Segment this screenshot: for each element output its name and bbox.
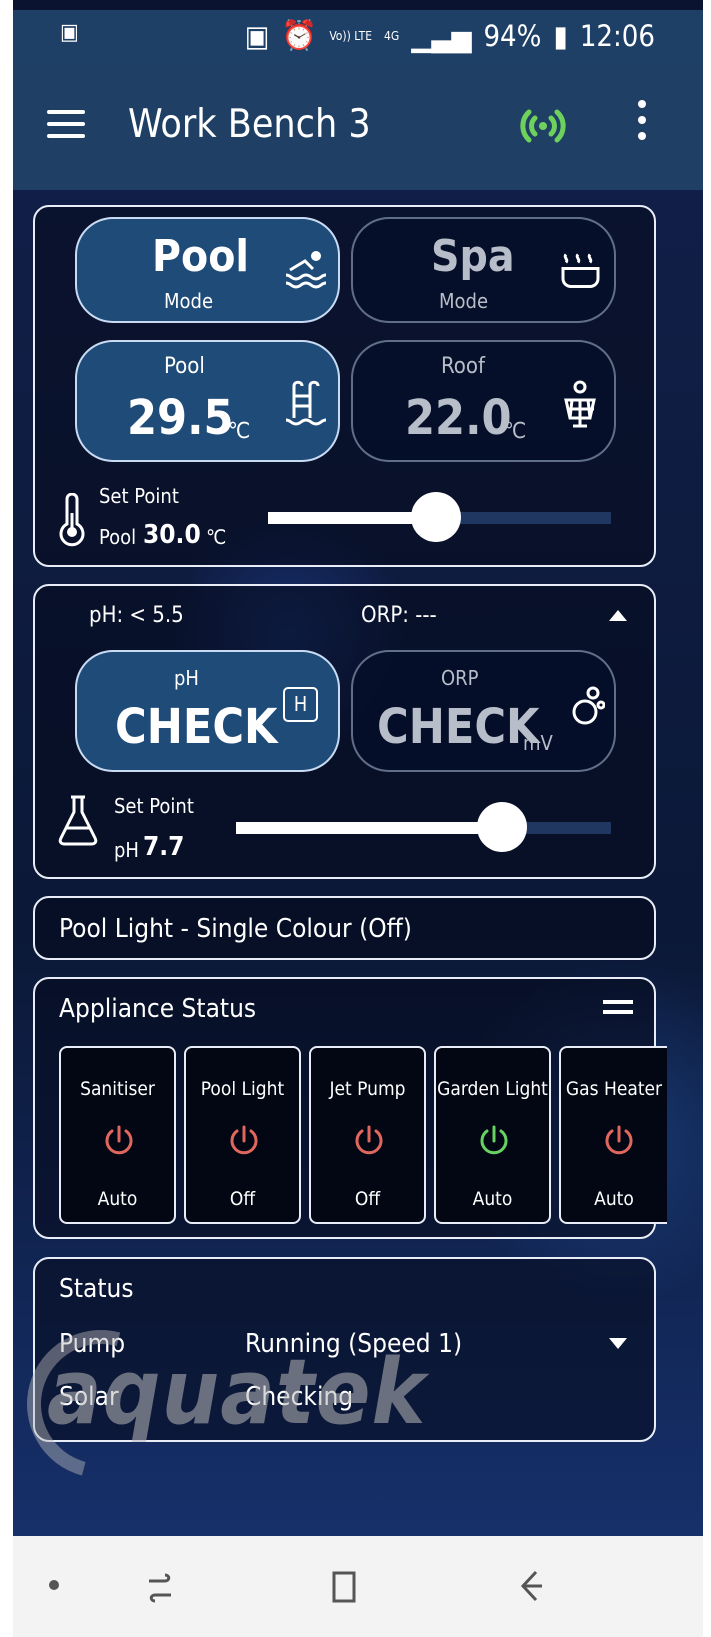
spa-mode-button[interactable]: Spa Mode xyxy=(351,217,616,323)
pool-ladder-icon xyxy=(285,380,327,426)
bubbles-icon xyxy=(572,686,605,725)
temperature-setpoint-prefix: Pool xyxy=(99,525,137,549)
network-label: 4G xyxy=(384,28,400,43)
appliance-status: Auto xyxy=(97,1188,138,1210)
battery-icon: ▮ xyxy=(553,18,568,53)
expand-icon[interactable] xyxy=(609,1338,627,1349)
recent-apps-icon[interactable] xyxy=(143,1567,178,1607)
pool-mode-button[interactable]: Pool Mode xyxy=(75,217,340,323)
aquatek-watermark: aquatek xyxy=(47,1340,427,1445)
hot-tub-icon xyxy=(561,253,600,288)
power-icon[interactable] xyxy=(477,1124,511,1158)
roof-temperature-tile[interactable]: Roof 22.0 ℃ xyxy=(351,340,616,462)
spa-mode-subtitle: Mode xyxy=(439,289,489,313)
connection-icon[interactable] xyxy=(518,101,568,151)
pool-temperature-tile[interactable]: Pool 29.5 ℃ xyxy=(75,340,340,462)
overflow-menu-icon[interactable] xyxy=(638,100,646,152)
volte-label: Vo)) LTE xyxy=(329,28,373,43)
system-status-title: Status xyxy=(59,1274,134,1304)
roof-temp-unit: ℃ xyxy=(504,419,527,444)
alarm-icon: ⏰ xyxy=(281,18,318,52)
power-icon[interactable] xyxy=(102,1124,136,1158)
appliance-status: Off xyxy=(354,1188,381,1210)
status-bar: ▣ ▣ ⏰ Vo)) LTE 4G ▁▃▅ 94% ▮ 12:06 xyxy=(13,10,703,62)
time: 12:06 xyxy=(579,18,655,53)
swimmer-icon xyxy=(285,251,327,289)
appliance-card[interactable]: Gas Heater Auto xyxy=(559,1046,667,1224)
pool-temp-value: 29.5 xyxy=(127,390,234,446)
ph-h-badge: H xyxy=(283,687,318,722)
ph-setpoint-value: 7.7 xyxy=(143,832,185,862)
home-dot-icon[interactable] xyxy=(49,1580,59,1590)
pool-mode-title: Pool xyxy=(152,231,249,282)
signal-icon: ▁▃▅ xyxy=(411,18,472,53)
home-icon[interactable] xyxy=(328,1567,363,1607)
ph-label: pH xyxy=(174,666,199,690)
orp-status: ORP: --- xyxy=(361,603,437,628)
page-title: Work Bench 3 xyxy=(128,102,371,147)
ph-check-value: CHECK xyxy=(115,699,278,755)
appliance-name: Gas Heater xyxy=(565,1078,663,1100)
orp-check-value: CHECK xyxy=(377,699,540,755)
power-icon[interactable] xyxy=(602,1124,636,1158)
orp-tile[interactable]: ORP CHECK mV xyxy=(351,650,616,772)
appliance-name: Garden Light xyxy=(437,1078,548,1100)
orp-unit: mV xyxy=(523,731,553,755)
ph-setpoint-prefix: pH xyxy=(114,838,139,862)
mode-card: Pool Mode Spa Mode Pool 29.5 ℃ Roof 22.0… xyxy=(33,205,656,567)
appliance-status: Auto xyxy=(472,1188,513,1210)
pool-temp-label: Pool xyxy=(164,354,205,379)
appliance-name: Sanitiser xyxy=(80,1078,155,1100)
ph-tile[interactable]: pH CHECK H xyxy=(75,650,340,772)
temperature-setpoint-slider[interactable] xyxy=(268,492,611,542)
power-icon[interactable] xyxy=(352,1124,386,1158)
slider-thumb[interactable] xyxy=(411,492,462,542)
navigation-bar xyxy=(13,1536,703,1637)
appliance-status: Auto xyxy=(594,1188,634,1210)
pool-light-card[interactable]: Pool Light - Single Colour (Off) xyxy=(33,896,656,960)
collapse-icon[interactable] xyxy=(609,610,627,621)
notification-icon: ▣ xyxy=(60,20,79,45)
list-icon[interactable] xyxy=(603,1000,633,1014)
power-icon[interactable] xyxy=(227,1124,261,1158)
orp-label: ORP xyxy=(441,666,479,690)
temperature-setpoint-unit: ℃ xyxy=(206,525,227,549)
appliance-status: Off xyxy=(229,1188,256,1210)
spa-mode-title: Spa xyxy=(431,231,515,282)
pool-temp-unit: ℃ xyxy=(228,419,251,444)
battery-saver-icon: ▣ xyxy=(244,18,270,53)
appliance-card[interactable]: Jet Pump Off xyxy=(309,1046,426,1224)
back-icon[interactable] xyxy=(514,1566,549,1606)
appliance-card[interactable]: Sanitiser Auto xyxy=(59,1046,176,1224)
pool-light-label: Pool Light - Single Colour (Off) xyxy=(59,914,412,944)
temperature-setpoint-label: Set Point xyxy=(99,484,179,508)
ph-status: pH: < 5.5 xyxy=(89,603,184,628)
chemistry-card: pH: < 5.5 ORP: --- pH CHECK H ORP CHECK … xyxy=(33,584,656,879)
ph-setpoint-slider[interactable] xyxy=(236,802,611,852)
ph-setpoint-label: Set Point xyxy=(114,794,194,818)
appliance-name: Pool Light xyxy=(200,1078,285,1100)
appliance-card[interactable]: Garden Light Auto xyxy=(434,1046,551,1224)
roof-temp-label: Roof xyxy=(441,354,485,379)
solar-panel-icon xyxy=(564,380,596,428)
flask-icon xyxy=(58,795,98,846)
battery-percent: 94% xyxy=(483,18,542,53)
pool-mode-subtitle: Mode xyxy=(164,289,214,313)
slider-thumb[interactable] xyxy=(477,802,528,852)
phone-screen: ▣ ▣ ⏰ Vo)) LTE 4G ▁▃▅ 94% ▮ 12:06 Work B… xyxy=(13,0,703,1637)
temperature-setpoint-value: 30.0 xyxy=(143,520,201,550)
appliance-name: Jet Pump xyxy=(329,1078,406,1100)
roof-temp-value: 22.0 xyxy=(405,390,512,446)
thermometer-icon xyxy=(59,493,85,547)
appliance-card[interactable]: Pool Light Off xyxy=(184,1046,301,1224)
app-bar: Work Bench 3 xyxy=(13,62,703,190)
appliance-status-title: Appliance Status xyxy=(59,994,257,1024)
slider-fill xyxy=(236,822,503,834)
menu-icon[interactable] xyxy=(47,110,85,138)
status-icons: ▣ ⏰ Vo)) LTE 4G ▁▃▅ 94% ▮ 12:06 xyxy=(245,18,655,53)
